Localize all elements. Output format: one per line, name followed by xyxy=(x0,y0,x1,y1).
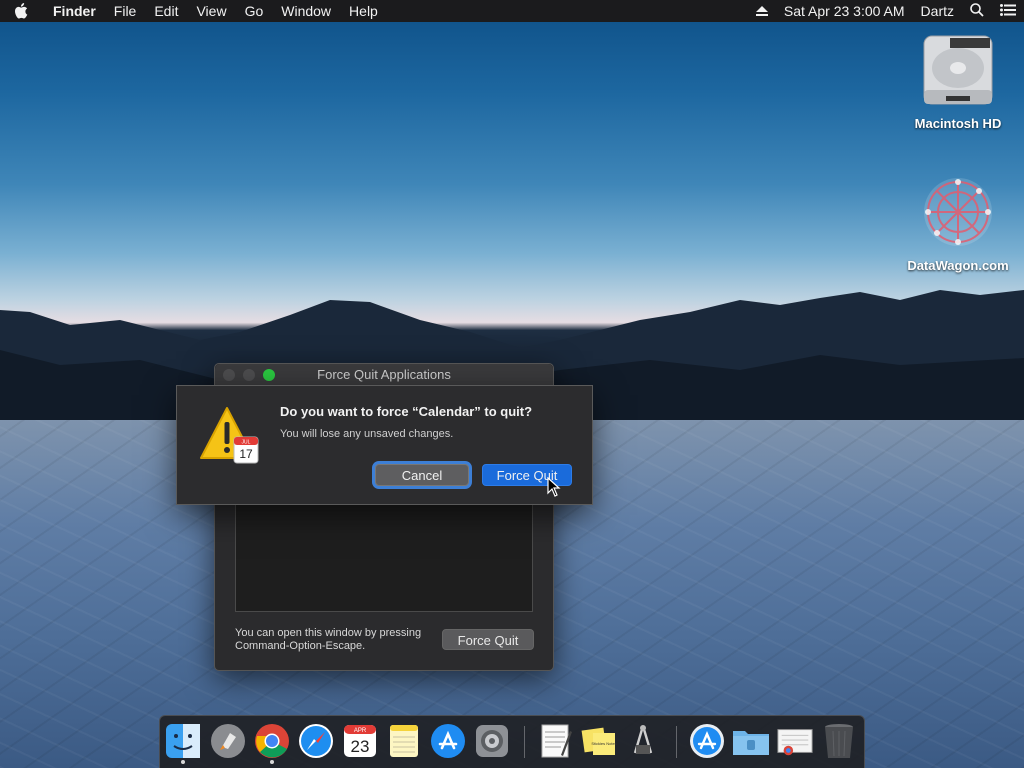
desktop-item-macintosh-hd[interactable]: Macintosh HD xyxy=(903,32,1013,131)
desktop-item-datawagon[interactable]: DataWagon.com xyxy=(903,170,1013,273)
safari-icon xyxy=(299,724,333,758)
menu-bar: Finder File Edit View Go Window Help Sat… xyxy=(0,0,1024,22)
dock-calendar[interactable]: APR 23 xyxy=(341,722,379,760)
menu-file[interactable]: File xyxy=(105,0,146,22)
dock-safari[interactable] xyxy=(297,722,335,760)
dock: APR 23 Stickies Notes xyxy=(159,715,865,768)
dock-app-store[interactable] xyxy=(429,722,467,760)
script-editor-icon xyxy=(633,725,653,754)
stickies-note-text: Stickies Notes xyxy=(591,741,616,746)
hard-drive-icon xyxy=(923,35,993,105)
textedit-icon xyxy=(541,724,572,758)
desktop-item-label: DataWagon.com xyxy=(907,258,1009,273)
menu-app-finder[interactable]: Finder xyxy=(44,0,105,22)
dock-separator xyxy=(676,726,677,758)
application-list[interactable] xyxy=(235,499,533,612)
dock-calendar-day: 23 xyxy=(351,737,370,756)
dock-notes[interactable] xyxy=(385,722,423,760)
dock-calendar-month: APR xyxy=(354,728,367,734)
menu-edit[interactable]: Edit xyxy=(145,0,187,22)
shortcut-hint: You can open this window by pressing Com… xyxy=(235,627,422,652)
finder-icon xyxy=(166,724,200,758)
document-with-chrome-icon xyxy=(777,729,813,756)
folder-icon xyxy=(733,731,769,755)
menu-user[interactable]: Dartz xyxy=(921,3,954,19)
dock-textedit[interactable] xyxy=(536,722,574,760)
app-store-icon xyxy=(431,724,465,758)
menu-go[interactable]: Go xyxy=(236,0,273,22)
force-quit-window-button[interactable]: Force Quit xyxy=(442,629,534,650)
force-quit-alert: JUL 17 Do you want to force “Calendar” t… xyxy=(176,385,593,505)
desktop-item-label: Macintosh HD xyxy=(914,116,1002,131)
dock-finder[interactable] xyxy=(164,722,202,764)
running-indicator xyxy=(181,760,185,764)
eject-icon[interactable] xyxy=(755,3,768,19)
stickies-icon: Stickies Notes xyxy=(581,727,617,755)
datawagon-logo-icon xyxy=(924,178,992,246)
dock-separator xyxy=(524,726,525,758)
menu-window[interactable]: Window xyxy=(272,0,340,22)
menu-view[interactable]: View xyxy=(187,0,235,22)
launchpad-icon xyxy=(211,724,245,758)
dock-trash[interactable] xyxy=(820,722,858,760)
menu-help[interactable]: Help xyxy=(340,0,387,22)
calendar-app-icon: JUL 17 xyxy=(233,436,259,464)
spotlight-search-icon[interactable] xyxy=(970,2,984,20)
dock-script-editor[interactable] xyxy=(624,722,662,760)
dock-applications-folder[interactable] xyxy=(688,722,726,760)
menu-clock[interactable]: Sat Apr 23 3:00 AM xyxy=(784,3,905,19)
window-title: Force Quit Applications xyxy=(317,367,451,382)
notification-center-icon[interactable] xyxy=(1000,3,1016,19)
alert-message: You will lose any unsaved changes. xyxy=(280,428,454,440)
dock-downloads-folder[interactable] xyxy=(732,722,770,760)
calendar-badge-month: JUL xyxy=(242,440,251,446)
dock-chrome[interactable] xyxy=(253,722,291,764)
apple-menu-icon[interactable] xyxy=(14,3,44,19)
calendar-badge-day: 17 xyxy=(239,447,253,461)
dock-system-preferences[interactable] xyxy=(473,722,511,760)
dock-recent-document[interactable] xyxy=(776,722,814,760)
system-preferences-gear-icon xyxy=(476,725,508,757)
window-titlebar[interactable]: Force Quit Applications xyxy=(215,364,553,386)
notes-icon xyxy=(390,725,418,757)
trash-icon xyxy=(825,724,853,758)
dock-stickies[interactable]: Stickies Notes xyxy=(580,722,618,760)
running-indicator xyxy=(270,760,274,764)
menu-extras: Sat Apr 23 3:00 AM Dartz xyxy=(748,2,1024,20)
alert-title: Do you want to force “Calendar” to quit? xyxy=(280,404,533,419)
dock-launchpad[interactable] xyxy=(209,722,247,760)
applications-folder-icon xyxy=(690,724,724,758)
calendar-icon: APR 23 xyxy=(344,725,376,757)
cancel-button[interactable]: Cancel xyxy=(375,464,469,486)
mouse-pointer-icon xyxy=(547,477,561,497)
chrome-icon xyxy=(255,724,289,758)
